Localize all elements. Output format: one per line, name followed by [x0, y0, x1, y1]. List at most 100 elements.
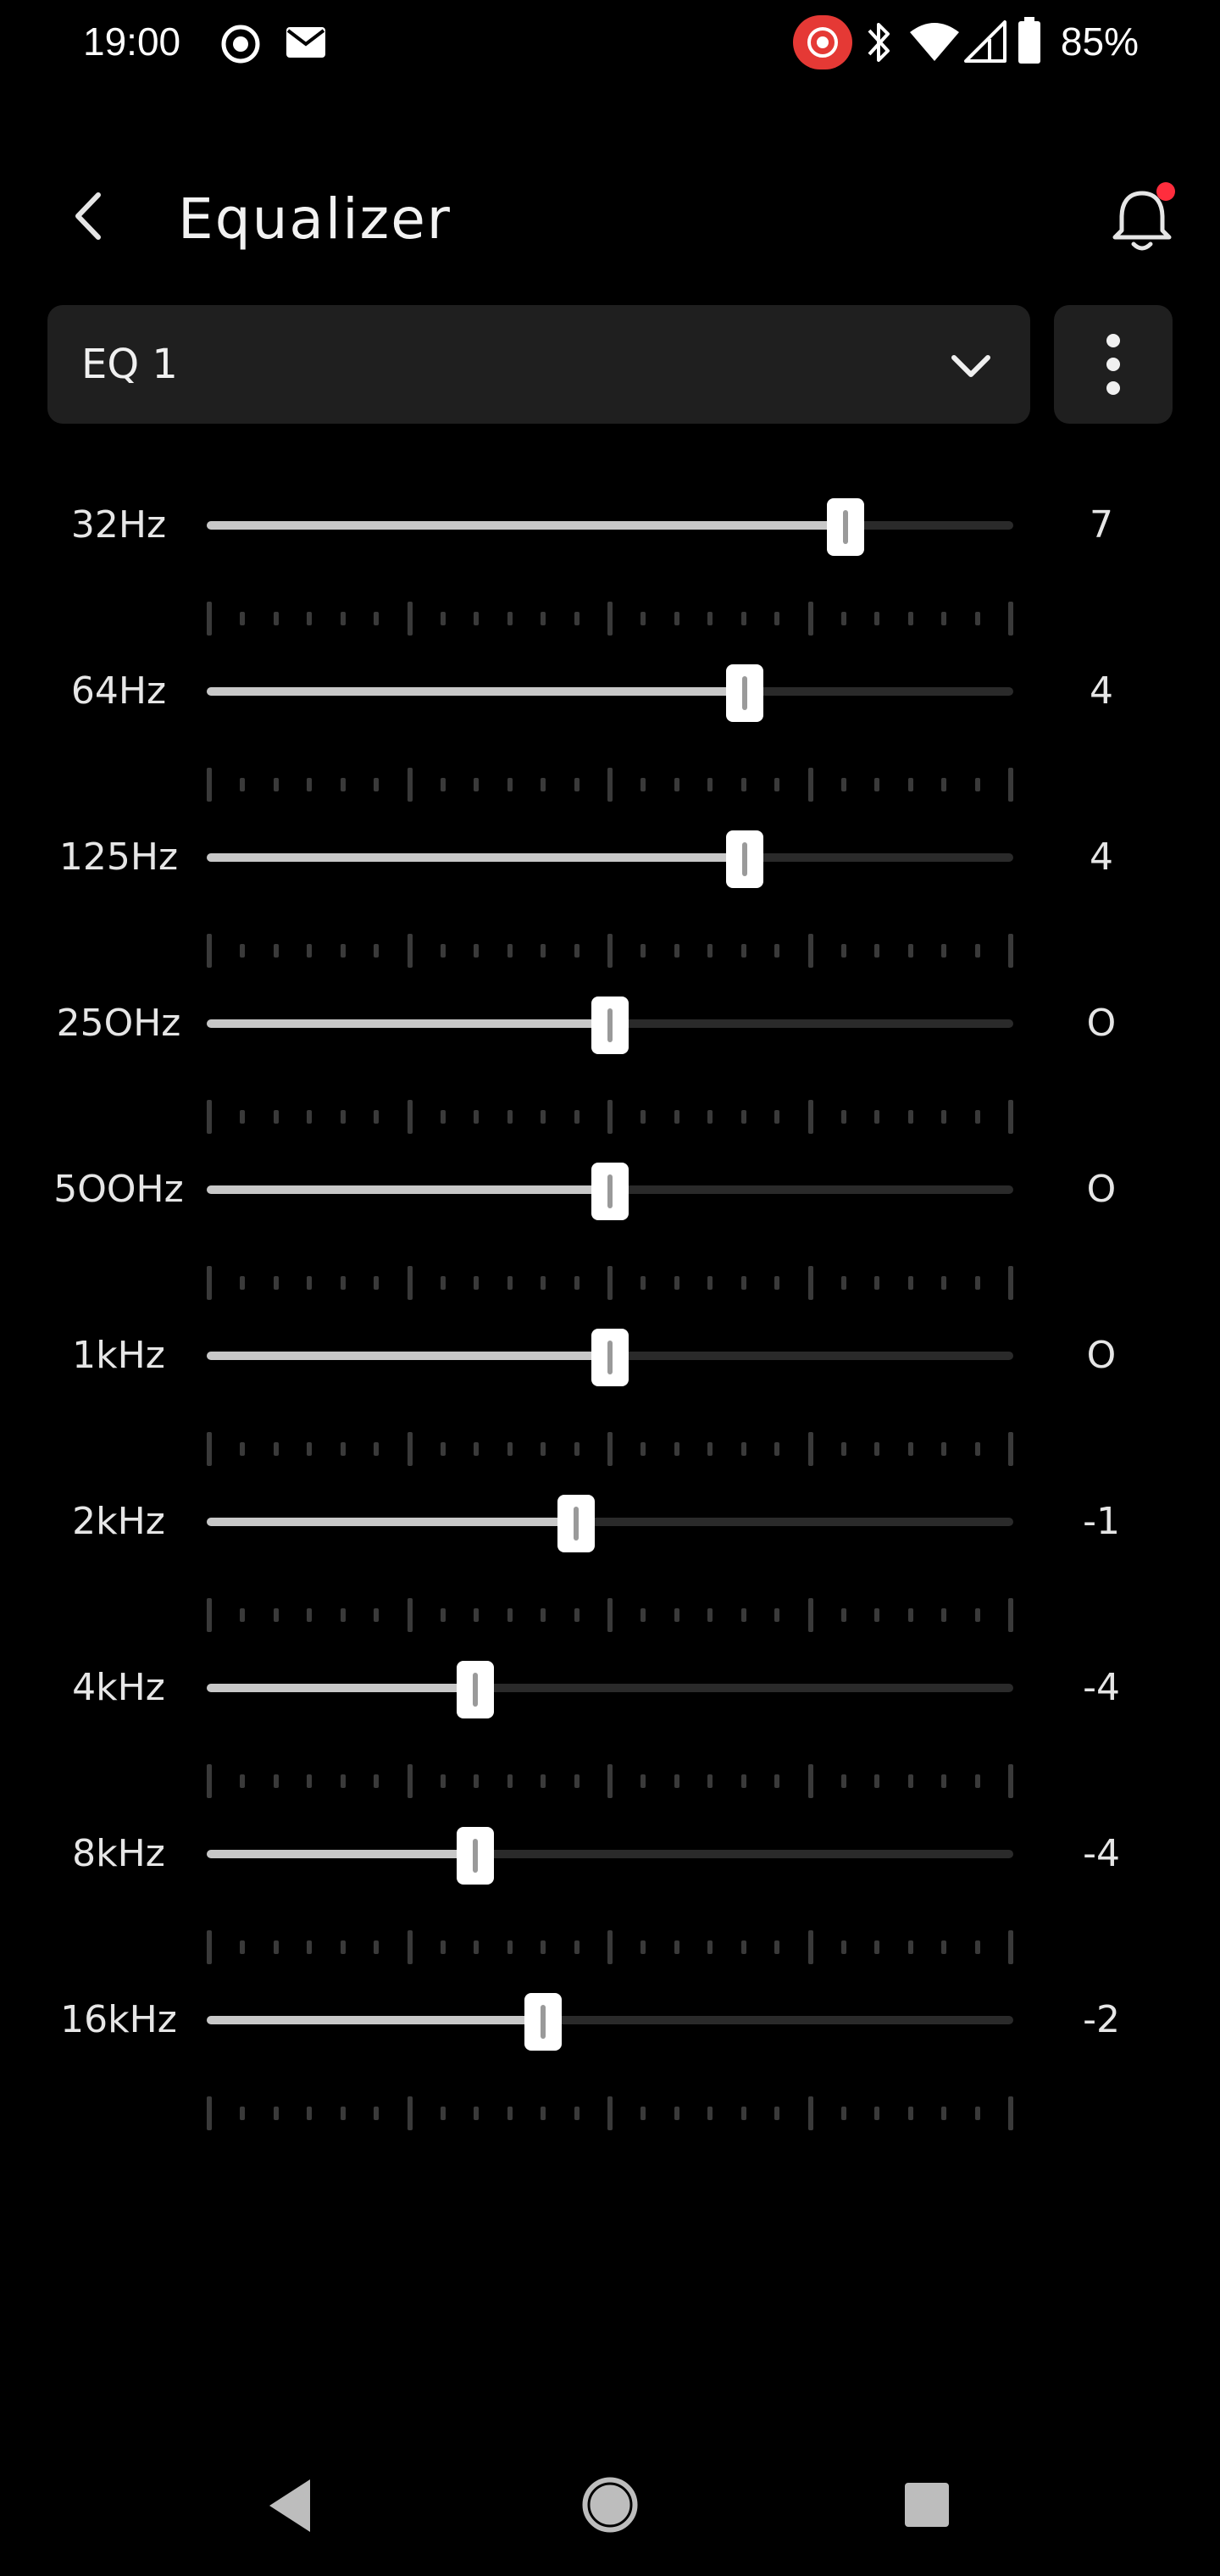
band-frequency-label: 4kHz: [72, 1666, 165, 1709]
tick-mark: [1008, 2096, 1013, 2130]
tick-mark: [874, 1608, 879, 1622]
tick-mark: [507, 612, 513, 625]
slider-tick-marks: [207, 1432, 1013, 1466]
band-frequency-label: 32Hz: [70, 503, 167, 547]
tick-mark: [441, 778, 446, 791]
tick-mark: [941, 1276, 946, 1290]
band-gain-value: -2: [1083, 1998, 1120, 2041]
cellular-signal-icon: [964, 20, 1006, 63]
band-gain-slider[interactable]: [207, 1325, 1013, 1386]
preset-dropdown[interactable]: EQ 1: [47, 305, 1030, 424]
band-gain-slider[interactable]: [207, 1491, 1013, 1552]
wifi-icon: [910, 23, 959, 61]
tick-mark: [507, 2107, 513, 2120]
tick-mark: [408, 1598, 413, 1632]
slider-thumb[interactable]: [726, 830, 763, 888]
tick-mark: [207, 1930, 212, 1964]
tick-mark: [274, 1110, 279, 1124]
slider-thumb[interactable]: [591, 997, 629, 1054]
back-triangle-icon[interactable]: [264, 2476, 315, 2535]
tick-mark: [374, 1442, 379, 1456]
slider-thumb[interactable]: [457, 1661, 494, 1718]
band-gain-slider[interactable]: [207, 827, 1013, 888]
tick-mark: [474, 1276, 479, 1290]
screen-record-icon: [221, 25, 260, 64]
tick-mark: [374, 2107, 379, 2120]
cast-recording-icon: [793, 15, 852, 69]
tick-mark: [975, 944, 980, 958]
tick-mark: [341, 1276, 346, 1290]
tick-mark: [874, 1276, 879, 1290]
band-frequency-label: 2kHz: [72, 1500, 165, 1543]
tick-mark: [307, 944, 312, 958]
tick-mark: [341, 1940, 346, 1954]
more-vert-icon: [1106, 334, 1120, 395]
slider-thumb[interactable]: [557, 1495, 595, 1552]
tick-mark: [507, 1442, 513, 1456]
slider-thumb[interactable]: [827, 498, 864, 556]
tick-mark: [774, 1608, 779, 1622]
tick-mark: [1008, 602, 1013, 636]
tick-mark: [274, 1940, 279, 1954]
tick-mark: [640, 944, 646, 958]
tick-mark: [341, 1110, 346, 1124]
slider-tick-marks: [207, 768, 1013, 802]
band-gain-value: -1: [1083, 1500, 1120, 1543]
tick-mark: [307, 1442, 312, 1456]
band-gain-slider[interactable]: [207, 1990, 1013, 2051]
slider-thumb[interactable]: [591, 1163, 629, 1220]
tick-mark: [307, 1774, 312, 1788]
tick-mark: [574, 1774, 580, 1788]
notifications-button[interactable]: [1101, 178, 1183, 259]
tick-mark: [307, 612, 312, 625]
slider-thumb[interactable]: [457, 1827, 494, 1885]
eq-band-row: 8kHz -4: [0, 1824, 1220, 1990]
band-gain-slider[interactable]: [207, 1657, 1013, 1718]
tick-mark: [607, 768, 613, 802]
band-gain-slider[interactable]: [207, 661, 1013, 722]
tick-mark: [541, 944, 546, 958]
tick-mark: [541, 1442, 546, 1456]
tick-mark: [908, 778, 913, 791]
tick-mark: [341, 2107, 346, 2120]
back-button[interactable]: [59, 185, 122, 247]
tick-mark: [607, 1432, 613, 1466]
band-gain-slider[interactable]: [207, 1824, 1013, 1885]
recents-square-icon[interactable]: [903, 2481, 951, 2529]
tick-mark: [674, 1442, 679, 1456]
slider-thumb[interactable]: [726, 664, 763, 722]
slider-thumb[interactable]: [524, 1993, 562, 2051]
tick-mark: [841, 1110, 846, 1124]
band-gain-slider[interactable]: [207, 495, 1013, 556]
band-gain-value: 7: [1090, 503, 1113, 547]
slider-thumb[interactable]: [591, 1329, 629, 1386]
preset-selected-label: EQ 1: [81, 341, 178, 388]
system-nav-bar: [0, 2440, 1220, 2576]
tick-mark: [441, 1442, 446, 1456]
tick-mark: [874, 778, 879, 791]
tick-mark: [307, 2107, 312, 2120]
band-gain-slider[interactable]: [207, 1159, 1013, 1220]
slider-track-fill: [207, 1019, 610, 1028]
tick-mark: [240, 612, 245, 625]
band-gain-slider[interactable]: [207, 993, 1013, 1054]
tick-mark: [307, 1110, 312, 1124]
tick-mark: [207, 1266, 212, 1300]
tick-mark: [841, 1442, 846, 1456]
more-options-button[interactable]: [1054, 305, 1173, 424]
tick-mark: [640, 778, 646, 791]
tick-mark: [474, 1774, 479, 1788]
tick-mark: [408, 1266, 413, 1300]
slider-track-fill: [207, 2016, 543, 2024]
tick-mark: [574, 2107, 580, 2120]
tick-mark: [741, 1940, 746, 1954]
tick-mark: [607, 1764, 613, 1798]
tick-mark: [975, 1940, 980, 1954]
notification-dot: [1156, 182, 1175, 201]
tick-mark: [741, 1608, 746, 1622]
home-circle-icon[interactable]: [581, 2476, 639, 2534]
tick-mark: [941, 944, 946, 958]
bluetooth-icon: [868, 23, 890, 62]
tick-mark: [441, 612, 446, 625]
tick-mark: [640, 2107, 646, 2120]
